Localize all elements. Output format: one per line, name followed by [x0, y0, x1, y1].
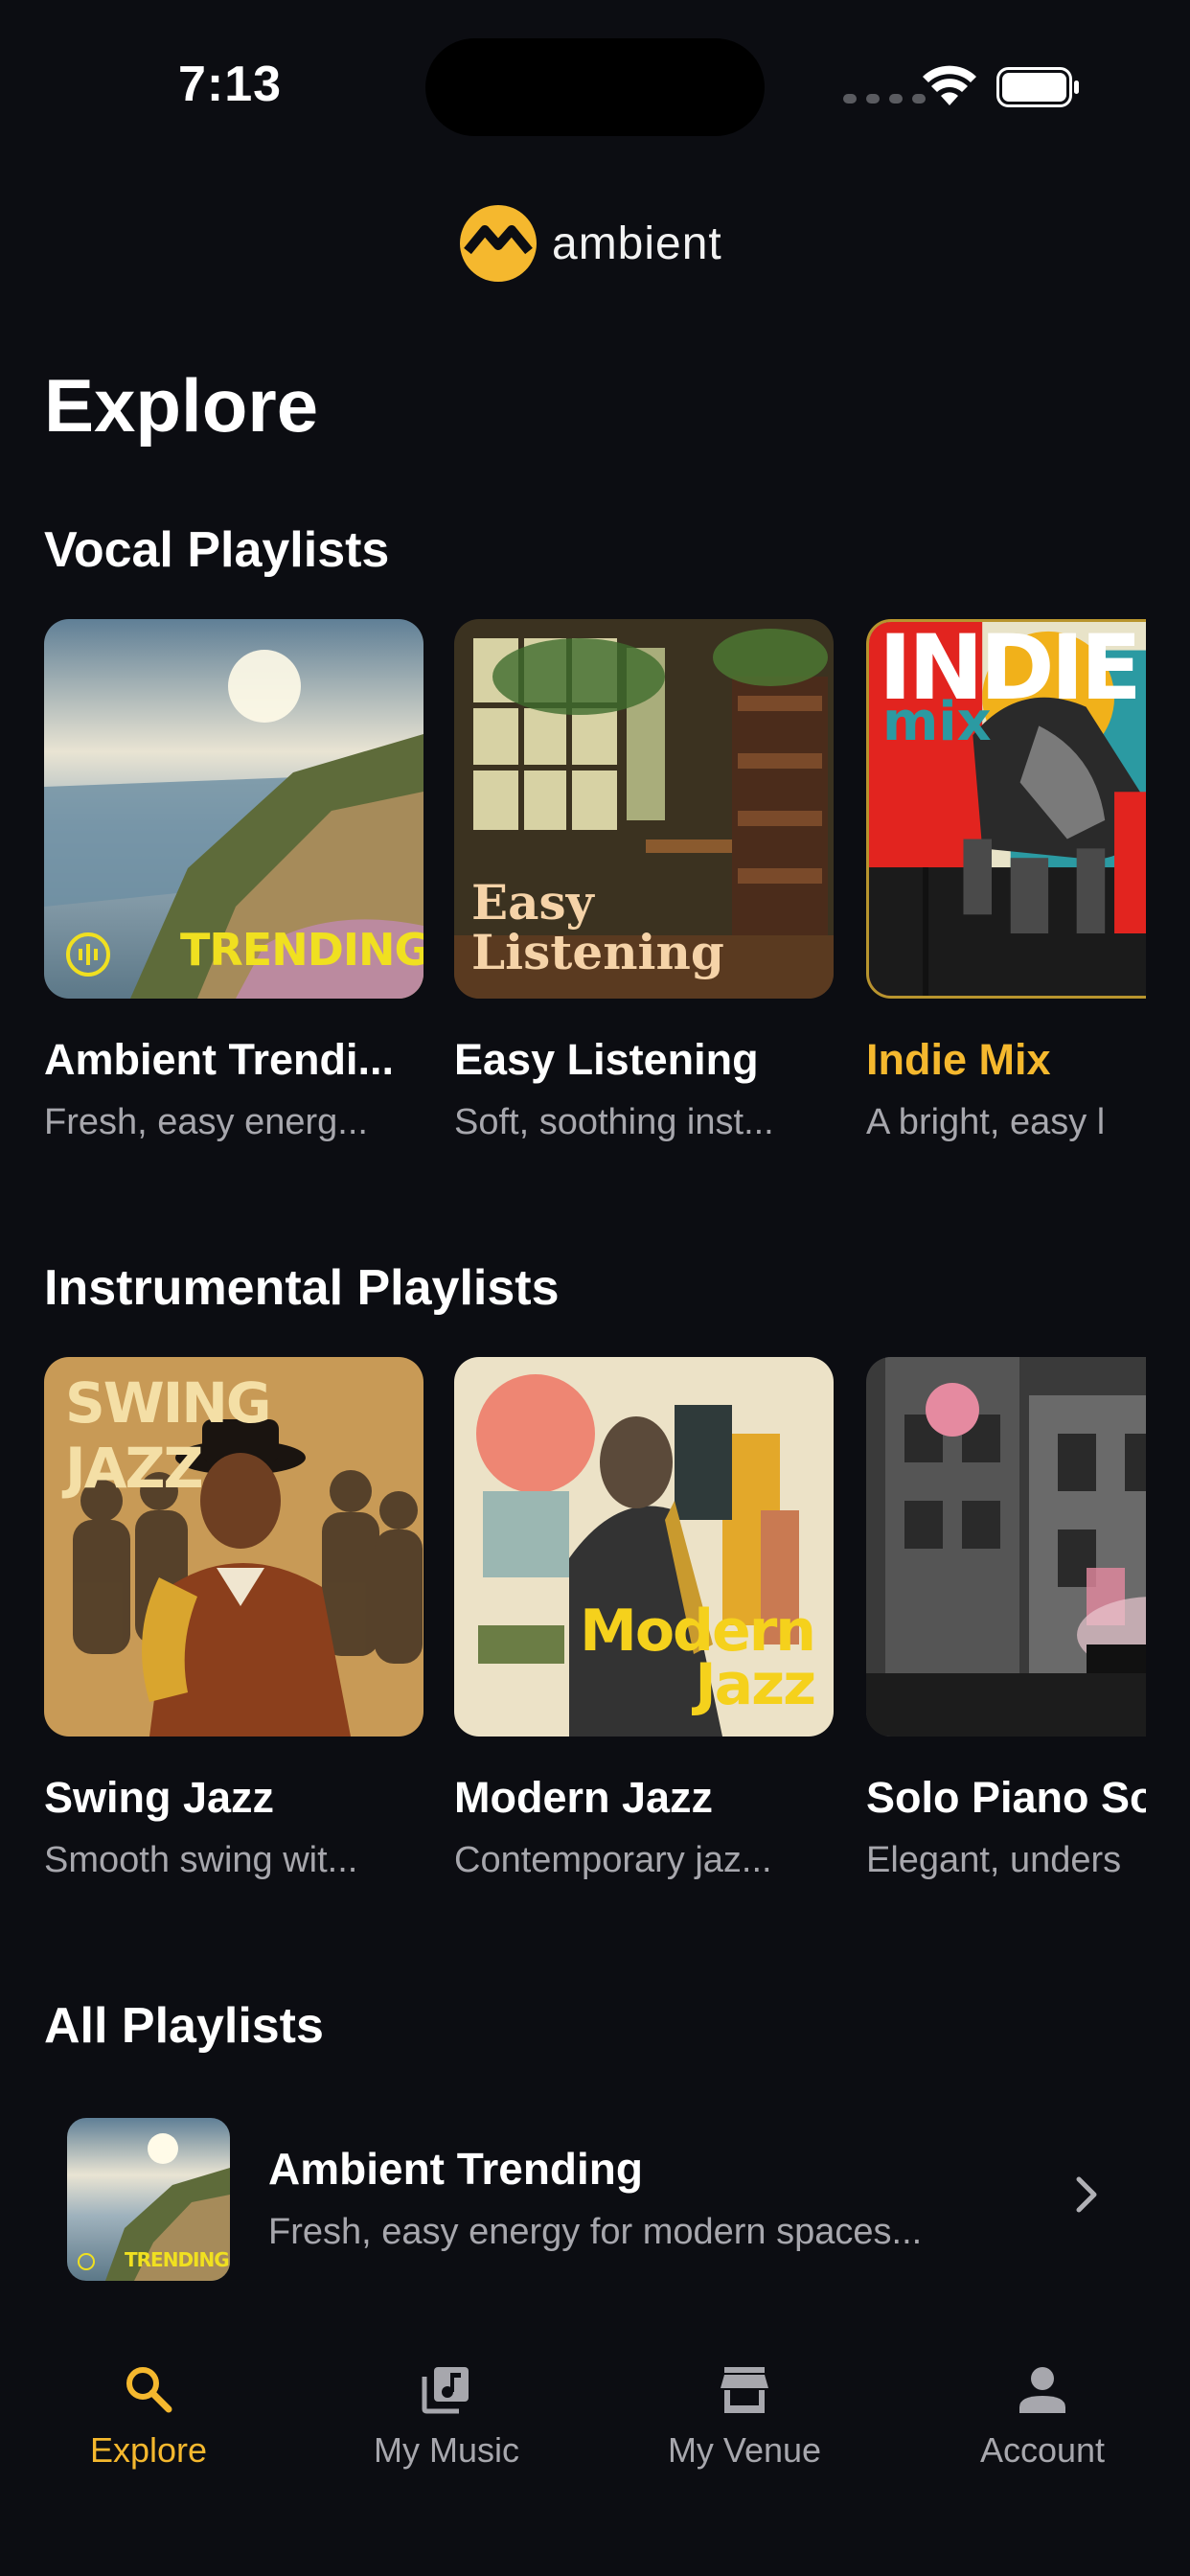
playlist-subtitle: Soft, soothing inst... [454, 1102, 774, 1142]
music-library-icon [422, 2367, 469, 2414]
instrumental-playlists-carousel[interactable]: SWING JAZZ Swing Jazz Smooth swing wit..… [44, 1357, 1146, 1894]
playlist-title: Ambient Trendi... [44, 1035, 395, 1084]
thumbnail-label: TRENDING [125, 2248, 230, 2271]
tab-label: Explore [89, 2430, 208, 2470]
playlist-card-modern-jazz[interactable]: Modern Jazz Modern Jazz Contemporary jaz… [454, 1357, 834, 1881]
playlist-cover: SWING JAZZ [44, 1357, 423, 1736]
brand-header: ambient [460, 203, 722, 284]
list-item-title: Ambient Trending [268, 2144, 643, 2194]
dynamic-island [425, 38, 765, 136]
battery-icon [996, 67, 1079, 107]
playlist-card-ambient-trending[interactable]: TRENDING Ambient Trendi... Fresh, easy e… [44, 619, 423, 1143]
section-title-instrumental: Instrumental Playlists [44, 1260, 560, 1316]
tab-explore[interactable]: Explore [24, 2338, 273, 2472]
playlist-cover: TRENDING [44, 619, 423, 999]
tab-account[interactable]: Account [918, 2338, 1167, 2472]
playlist-card-easy-listening[interactable]: Easy Listening Easy Listening Soft, soot… [454, 619, 834, 1143]
playlist-cover: INDIE mix [866, 619, 1146, 999]
playlist-subtitle: A bright, easy l [866, 1102, 1106, 1142]
tab-my-venue[interactable]: My Venue [620, 2338, 869, 2472]
playlist-cover: Modern Jazz [454, 1357, 834, 1736]
cover-label: Modern Jazz [580, 1598, 816, 1718]
playlist-subtitle: Fresh, easy energ... [44, 1102, 368, 1142]
cellular-signal-icon [843, 94, 926, 104]
cover-label: TRENDING [180, 924, 423, 976]
ambient-logo-icon [460, 205, 537, 282]
list-item-ambient-trending[interactable]: TRENDING Ambient Trending Fresh, easy en… [44, 2099, 1146, 2290]
tab-label: My Venue [667, 2430, 822, 2470]
playlist-card-solo-piano[interactable]: Solo Piano So Elegant, unders [866, 1357, 1146, 1881]
chevron-right-icon [1076, 2176, 1097, 2213]
playlist-cover: Easy Listening [454, 619, 834, 999]
status-bar: 7:13 [0, 0, 1190, 144]
cover-label-secondary: mix [882, 691, 992, 753]
tab-my-music[interactable]: My Music [322, 2338, 571, 2472]
bottom-tab-bar: Explore My Music My Venue Account [0, 2338, 1190, 2576]
tab-label: Account [979, 2430, 1106, 2470]
search-icon [126, 2367, 172, 2413]
playlist-card-indie-mix[interactable]: INDIE mix Indie Mix A bright, easy l [866, 619, 1146, 1143]
soundwave-icon [66, 932, 110, 977]
cover-label: Easy Listening [471, 874, 724, 980]
vocal-playlists-carousel[interactable]: TRENDING Ambient Trendi... Fresh, easy e… [44, 619, 1146, 1156]
section-title-vocal: Vocal Playlists [44, 522, 390, 578]
person-icon [1019, 2367, 1065, 2413]
playlist-title: Easy Listening [454, 1035, 759, 1084]
playlist-thumbnail: TRENDING [67, 2118, 230, 2281]
wifi-icon [923, 65, 976, 105]
page-title: Explore [44, 363, 319, 448]
cover-label: SWING JAZZ [65, 1370, 271, 1501]
tab-label: My Music [374, 2430, 519, 2470]
list-item-subtitle: Fresh, easy energy for modern spaces... [268, 2212, 923, 2252]
status-time: 7:13 [178, 57, 283, 112]
playlist-cover [866, 1357, 1146, 1736]
brand-name: ambient [552, 218, 722, 269]
playlist-subtitle: Elegant, unders [866, 1840, 1122, 1880]
playlist-title: Solo Piano So [866, 1773, 1146, 1822]
storefront-icon [721, 2367, 768, 2413]
playlist-title: Modern Jazz [454, 1773, 714, 1822]
playlist-subtitle: Smooth swing wit... [44, 1840, 358, 1880]
playlist-subtitle: Contemporary jaz... [454, 1840, 772, 1880]
playlist-title: Swing Jazz [44, 1773, 275, 1822]
playlist-title: Indie Mix [866, 1035, 1051, 1084]
playlist-card-swing-jazz[interactable]: SWING JAZZ Swing Jazz Smooth swing wit..… [44, 1357, 423, 1881]
section-title-all: All Playlists [44, 1998, 324, 2054]
